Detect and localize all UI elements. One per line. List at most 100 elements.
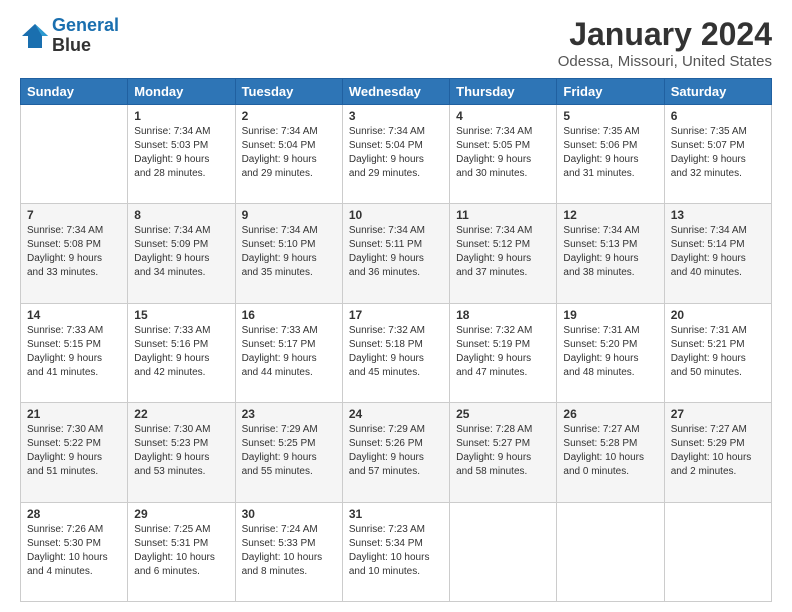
calendar-header-row: SundayMondayTuesdayWednesdayThursdayFrid… [21, 79, 772, 105]
cell-sun-info: Sunrise: 7:34 AMSunset: 5:04 PMDaylight:… [242, 125, 336, 181]
cell-sun-info: Sunrise: 7:29 AMSunset: 5:26 PMDaylight:… [349, 423, 443, 479]
logo-line1: General [52, 15, 119, 35]
day-header-thursday: Thursday [450, 79, 557, 105]
cell-day-number: 7 [27, 208, 121, 222]
cell-sun-info: Sunrise: 7:30 AMSunset: 5:23 PMDaylight:… [134, 423, 228, 479]
calendar-cell: 15Sunrise: 7:33 AMSunset: 5:16 PMDayligh… [128, 303, 235, 402]
cell-day-number: 23 [242, 407, 336, 421]
week-row-4: 21Sunrise: 7:30 AMSunset: 5:22 PMDayligh… [21, 403, 772, 502]
location-title: Odessa, Missouri, United States [558, 53, 772, 70]
calendar-cell [450, 502, 557, 601]
cell-sun-info: Sunrise: 7:35 AMSunset: 5:07 PMDaylight:… [671, 125, 765, 181]
cell-sun-info: Sunrise: 7:28 AMSunset: 5:27 PMDaylight:… [456, 423, 550, 479]
cell-sun-info: Sunrise: 7:34 AMSunset: 5:14 PMDaylight:… [671, 224, 765, 280]
cell-sun-info: Sunrise: 7:34 AMSunset: 5:12 PMDaylight:… [456, 224, 550, 280]
calendar-cell [21, 105, 128, 204]
calendar-cell: 14 Sunrise: 7:33 AMSunset: 5:15 PMDayligh… [21, 303, 128, 402]
cell-sun-info: Sunrise: 7:24 AMSunset: 5:33 PMDaylight:… [242, 523, 336, 579]
calendar-cell: 27 Sunrise: 7:27 AMSunset: 5:29 PMDayligh… [664, 403, 771, 502]
cell-sun-info: Sunrise: 7:34 AMSunset: 5:11 PMDaylight:… [349, 224, 443, 280]
cell-sun-info: Sunrise: 7:31 AMSunset: 5:21 PMDaylight:… [671, 324, 765, 380]
day-header-monday: Monday [128, 79, 235, 105]
cell-sun-info: Sunrise: 7:35 AMSunset: 5:06 PMDaylight:… [563, 125, 657, 181]
page: General Blue January 2024 Odessa, Missou… [0, 0, 792, 612]
header: General Blue January 2024 Odessa, Missou… [20, 16, 772, 70]
calendar-cell: 12Sunrise: 7:34 AMSunset: 5:13 PMDayligh… [557, 204, 664, 303]
cell-sun-info: Sunrise: 7:34 AMSunset: 5:09 PMDaylight:… [134, 224, 228, 280]
calendar-cell: 11 Sunrise: 7:34 AMSunset: 5:12 PMDayligh… [450, 204, 557, 303]
calendar-cell: 9Sunrise: 7:34 AMSunset: 5:10 PMDaylight… [235, 204, 342, 303]
cell-day-number: 20 [671, 308, 765, 322]
cell-day-number: 27 [671, 407, 765, 421]
cell-sun-info: Sunrise: 7:27 AMSunset: 5:29 PMDaylight:… [671, 423, 765, 479]
cell-day-number: 13 [671, 208, 765, 222]
week-row-5: 28Sunrise: 7:26 AMSunset: 5:30 PMDayligh… [21, 502, 772, 601]
cell-day-number: 25 [456, 407, 550, 421]
day-header-sunday: Sunday [21, 79, 128, 105]
week-row-3: 14 Sunrise: 7:33 AMSunset: 5:15 PMDayligh… [21, 303, 772, 402]
cell-sun-info: Sunrise: 7:34 AMSunset: 5:04 PMDaylight:… [349, 125, 443, 181]
cell-day-number: 16 [242, 308, 336, 322]
calendar-cell: 17 Sunrise: 7:32 AMSunset: 5:18 PMDayligh… [342, 303, 449, 402]
cell-day-number: 29 [134, 507, 228, 521]
cell-day-number: 3 [349, 109, 443, 123]
cell-sun-info: Sunrise: 7:25 AMSunset: 5:31 PMDaylight:… [134, 523, 228, 579]
day-header-saturday: Saturday [664, 79, 771, 105]
cell-day-number: 17 [349, 308, 443, 322]
cell-sun-info: Sunrise: 7:33 AMSunset: 5:17 PMDaylight:… [242, 324, 336, 380]
cell-day-number: 5 [563, 109, 657, 123]
cell-day-number: 22 [134, 407, 228, 421]
cell-day-number: 15 [134, 308, 228, 322]
cell-sun-info: Sunrise: 7:27 AMSunset: 5:28 PMDaylight:… [563, 423, 657, 479]
calendar-table: SundayMondayTuesdayWednesdayThursdayFrid… [20, 78, 772, 602]
cell-sun-info: Sunrise: 7:32 AMSunset: 5:19 PMDaylight:… [456, 324, 550, 380]
cell-day-number: 24 [349, 407, 443, 421]
month-title: January 2024 [558, 16, 772, 53]
cell-day-number: 30 [242, 507, 336, 521]
cell-day-number: 2 [242, 109, 336, 123]
calendar-cell: 21Sunrise: 7:30 AMSunset: 5:22 PMDayligh… [21, 403, 128, 502]
cell-sun-info: Sunrise: 7:29 AMSunset: 5:25 PMDaylight:… [242, 423, 336, 479]
calendar-cell: 10Sunrise: 7:34 AMSunset: 5:11 PMDayligh… [342, 204, 449, 303]
cell-sun-info: Sunrise: 7:34 AMSunset: 5:10 PMDaylight:… [242, 224, 336, 280]
calendar-cell: 5 Sunrise: 7:35 AMSunset: 5:06 PMDaylight… [557, 105, 664, 204]
cell-day-number: 14 [27, 308, 121, 322]
logo-icon [20, 22, 50, 50]
cell-sun-info: Sunrise: 7:34 AMSunset: 5:05 PMDaylight:… [456, 125, 550, 181]
calendar-cell: 2 Sunrise: 7:34 AMSunset: 5:04 PMDaylight… [235, 105, 342, 204]
calendar-cell: 30 Sunrise: 7:24 AMSunset: 5:33 PMDayligh… [235, 502, 342, 601]
calendar-cell: 7 Sunrise: 7:34 AMSunset: 5:08 PMDaylight… [21, 204, 128, 303]
cell-day-number: 8 [134, 208, 228, 222]
cell-day-number: 26 [563, 407, 657, 421]
cell-day-number: 18 [456, 308, 550, 322]
calendar-cell: 31Sunrise: 7:23 AMSunset: 5:34 PMDayligh… [342, 502, 449, 601]
title-block: January 2024 Odessa, Missouri, United St… [558, 16, 772, 70]
calendar-cell: 6 Sunrise: 7:35 AMSunset: 5:07 PMDaylight… [664, 105, 771, 204]
cell-day-number: 19 [563, 308, 657, 322]
calendar-cell: 22 Sunrise: 7:30 AMSunset: 5:23 PMDayligh… [128, 403, 235, 502]
cell-day-number: 4 [456, 109, 550, 123]
logo: General Blue [20, 16, 119, 56]
logo-line2: Blue [52, 36, 119, 56]
cell-sun-info: Sunrise: 7:34 AMSunset: 5:08 PMDaylight:… [27, 224, 121, 280]
cell-sun-info: Sunrise: 7:31 AMSunset: 5:20 PMDaylight:… [563, 324, 657, 380]
cell-sun-info: Sunrise: 7:23 AMSunset: 5:34 PMDaylight:… [349, 523, 443, 579]
cell-day-number: 6 [671, 109, 765, 123]
calendar-cell: 18 Sunrise: 7:32 AMSunset: 5:19 PMDayligh… [450, 303, 557, 402]
calendar-cell [664, 502, 771, 601]
calendar-cell: 20 Sunrise: 7:31 AMSunset: 5:21 PMDayligh… [664, 303, 771, 402]
calendar-cell: 29 Sunrise: 7:25 AMSunset: 5:31 PMDayligh… [128, 502, 235, 601]
day-header-tuesday: Tuesday [235, 79, 342, 105]
week-row-2: 7 Sunrise: 7:34 AMSunset: 5:08 PMDaylight… [21, 204, 772, 303]
calendar-cell: 24 Sunrise: 7:29 AMSunset: 5:26 PMDayligh… [342, 403, 449, 502]
cell-day-number: 21 [27, 407, 121, 421]
cell-sun-info: Sunrise: 7:32 AMSunset: 5:18 PMDaylight:… [349, 324, 443, 380]
cell-sun-info: Sunrise: 7:34 AMSunset: 5:13 PMDaylight:… [563, 224, 657, 280]
calendar-cell: 19 Sunrise: 7:31 AMSunset: 5:20 PMDayligh… [557, 303, 664, 402]
cell-sun-info: Sunrise: 7:33 AMSunset: 5:15 PMDaylight:… [27, 324, 121, 380]
cell-day-number: 11 [456, 208, 550, 222]
day-header-wednesday: Wednesday [342, 79, 449, 105]
calendar-cell: 23 Sunrise: 7:29 AMSunset: 5:25 PMDayligh… [235, 403, 342, 502]
calendar-cell: 16 Sunrise: 7:33 AMSunset: 5:17 PMDayligh… [235, 303, 342, 402]
week-row-1: 1Sunrise: 7:34 AMSunset: 5:03 PMDaylight… [21, 105, 772, 204]
